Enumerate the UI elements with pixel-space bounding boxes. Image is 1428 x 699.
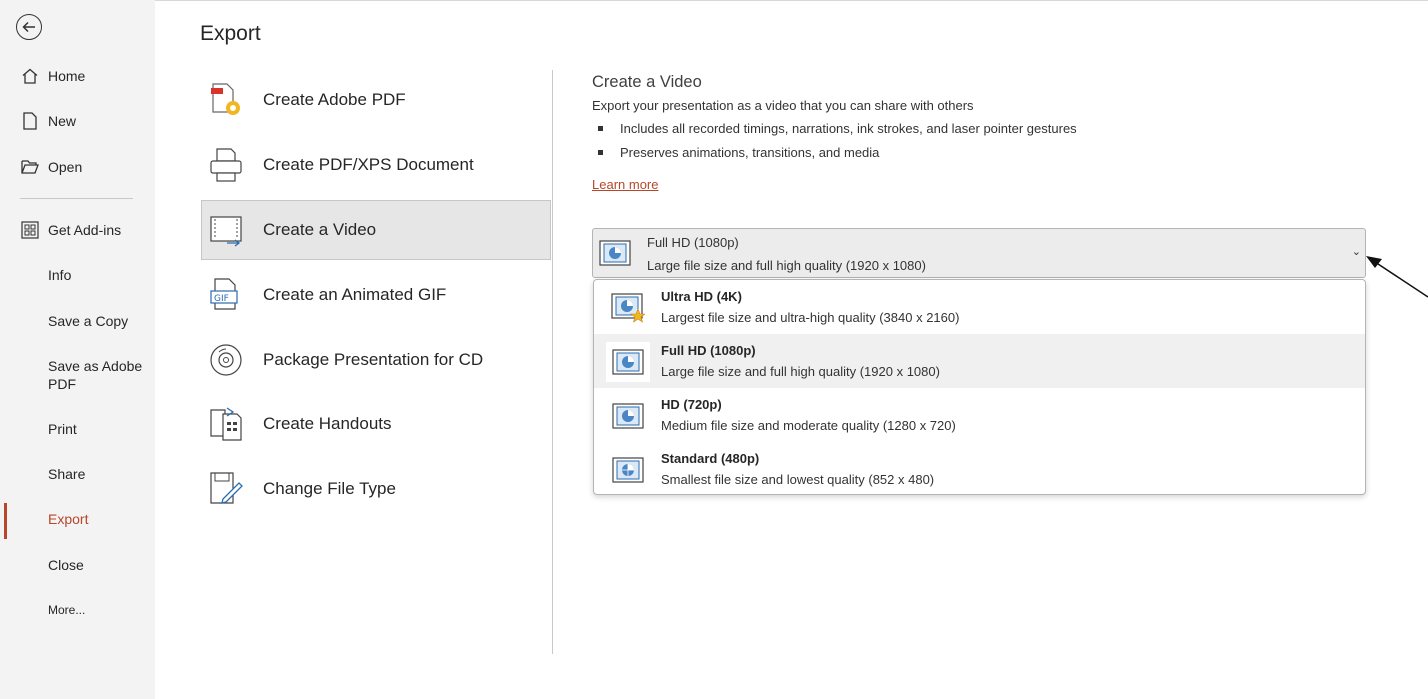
bullet-text: Preserves animations, transitions, and m… bbox=[620, 145, 880, 160]
quality-option-subtitle: Large file size and full high quality (1… bbox=[661, 364, 940, 379]
dropdown-selected-title: Full HD (1080p) bbox=[647, 235, 739, 250]
video-icon bbox=[209, 211, 243, 249]
video-quality-menu: Ultra HD (4K) Largest file size and ultr… bbox=[593, 279, 1366, 495]
nav-label: Share bbox=[48, 466, 86, 482]
new-document-icon bbox=[20, 111, 40, 131]
export-option-label: Create Handouts bbox=[263, 414, 392, 433]
nav-item-more[interactable]: More... bbox=[0, 593, 155, 627]
nav-item-info[interactable]: Info bbox=[0, 258, 155, 292]
nav-label: Home bbox=[48, 68, 86, 84]
nav-item-save-a-copy[interactable]: Save a Copy bbox=[0, 304, 155, 338]
quality-option-ultra-hd[interactable]: Ultra HD (4K) Largest file size and ultr… bbox=[594, 280, 1365, 334]
export-option-create-a-video[interactable]: Create a Video bbox=[201, 200, 551, 260]
nav-label: Close bbox=[48, 557, 84, 573]
nav-item-share[interactable]: Share bbox=[0, 457, 155, 491]
quality-option-title: HD (720p) bbox=[661, 397, 722, 412]
change-file-type-icon bbox=[209, 470, 243, 508]
panel-divider bbox=[552, 70, 553, 654]
nav-item-export[interactable]: Export bbox=[0, 502, 155, 539]
nav-label: Print bbox=[48, 421, 77, 437]
full-hd-icon bbox=[606, 342, 650, 382]
video-quality-icon bbox=[599, 240, 631, 271]
backstage-nav: Home New Open Get Add-ins Info Save a Co… bbox=[0, 0, 155, 699]
nav-label: Export bbox=[48, 511, 89, 527]
nav-item-new[interactable]: New bbox=[0, 104, 155, 138]
svg-text:GIF: GIF bbox=[214, 294, 229, 304]
quality-option-title: Standard (480p) bbox=[661, 451, 760, 466]
home-icon bbox=[20, 66, 40, 86]
quality-option-standard[interactable]: Standard (480p) Smallest file size and l… bbox=[594, 442, 1365, 496]
pdf-xps-icon bbox=[209, 146, 243, 184]
nav-label: Get Add-ins bbox=[48, 222, 122, 238]
ultra-hd-icon bbox=[606, 288, 650, 328]
export-option-create-pdf-xps[interactable]: Create PDF/XPS Document bbox=[201, 135, 551, 195]
quality-option-subtitle: Medium file size and moderate quality (1… bbox=[661, 418, 956, 433]
quality-option-full-hd[interactable]: Full HD (1080p) Large file size and full… bbox=[594, 334, 1365, 388]
top-border bbox=[155, 0, 1428, 1]
cd-icon bbox=[209, 341, 243, 379]
nav-label: Save a Copy bbox=[48, 313, 129, 329]
detail-title: Create a Video bbox=[592, 73, 702, 91]
nav-label: New bbox=[48, 113, 77, 129]
gif-icon: GIF bbox=[209, 276, 243, 314]
nav-label: Open bbox=[48, 159, 83, 175]
nav-label: Info bbox=[48, 267, 72, 283]
nav-item-close[interactable]: Close bbox=[0, 548, 155, 582]
export-option-change-file-type[interactable]: Change File Type bbox=[201, 459, 551, 519]
open-folder-icon bbox=[20, 157, 40, 177]
nav-divider bbox=[20, 198, 133, 199]
export-option-create-animated-gif[interactable]: GIF Create an Animated GIF bbox=[201, 265, 551, 325]
quality-option-subtitle: Largest file size and ultra-high quality… bbox=[661, 310, 960, 325]
back-button[interactable] bbox=[16, 14, 42, 40]
nav-label: More... bbox=[48, 603, 86, 617]
export-option-label: Change File Type bbox=[263, 479, 396, 498]
quality-option-title: Full HD (1080p) bbox=[661, 343, 756, 358]
nav-item-save-as-adobe-pdf[interactable]: Save as Adobe PDF bbox=[0, 357, 155, 397]
handouts-icon bbox=[209, 405, 243, 443]
export-option-label: Create PDF/XPS Document bbox=[263, 155, 474, 174]
nav-item-get-add-ins[interactable]: Get Add-ins bbox=[0, 213, 155, 247]
video-quality-dropdown[interactable]: Full HD (1080p) Large file size and full… bbox=[592, 228, 1366, 278]
export-option-package-for-cd[interactable]: Package Presentation for CD bbox=[201, 330, 551, 390]
dropdown-selected-subtitle: Large file size and full high quality (1… bbox=[647, 258, 926, 273]
add-ins-icon bbox=[20, 220, 40, 240]
learn-more-link[interactable]: Learn more bbox=[592, 177, 658, 192]
export-option-label: Package Presentation for CD bbox=[263, 350, 484, 369]
nav-item-home[interactable]: Home bbox=[0, 59, 155, 93]
quality-option-hd[interactable]: HD (720p) Medium file size and moderate … bbox=[594, 388, 1365, 442]
nav-label: Save as Adobe PDF bbox=[48, 358, 143, 392]
export-option-create-handouts[interactable]: Create Handouts bbox=[201, 394, 551, 454]
hd-icon bbox=[606, 396, 650, 436]
export-option-label: Create an Animated GIF bbox=[263, 285, 447, 304]
chevron-down-icon: ⌄ bbox=[1351, 246, 1361, 258]
back-arrow-icon bbox=[22, 21, 35, 33]
nav-item-open[interactable]: Open bbox=[0, 150, 155, 184]
quality-option-subtitle: Smallest file size and lowest quality (8… bbox=[661, 472, 935, 487]
page-title: Export bbox=[200, 22, 261, 45]
export-option-label: Create Adobe PDF bbox=[263, 90, 406, 109]
export-option-label: Create a Video bbox=[263, 220, 377, 239]
export-option-create-adobe-pdf[interactable]: Create Adobe PDF bbox=[201, 70, 551, 130]
standard-quality-icon bbox=[606, 450, 650, 490]
adobe-pdf-icon bbox=[209, 81, 243, 119]
bullet-text: Includes all recorded timings, narration… bbox=[620, 121, 1077, 136]
detail-description: Export your presentation as a video that… bbox=[592, 98, 974, 113]
nav-item-print[interactable]: Print bbox=[0, 412, 155, 446]
quality-option-title: Ultra HD (4K) bbox=[661, 289, 742, 304]
annotation-arrow-icon bbox=[1366, 256, 1428, 298]
